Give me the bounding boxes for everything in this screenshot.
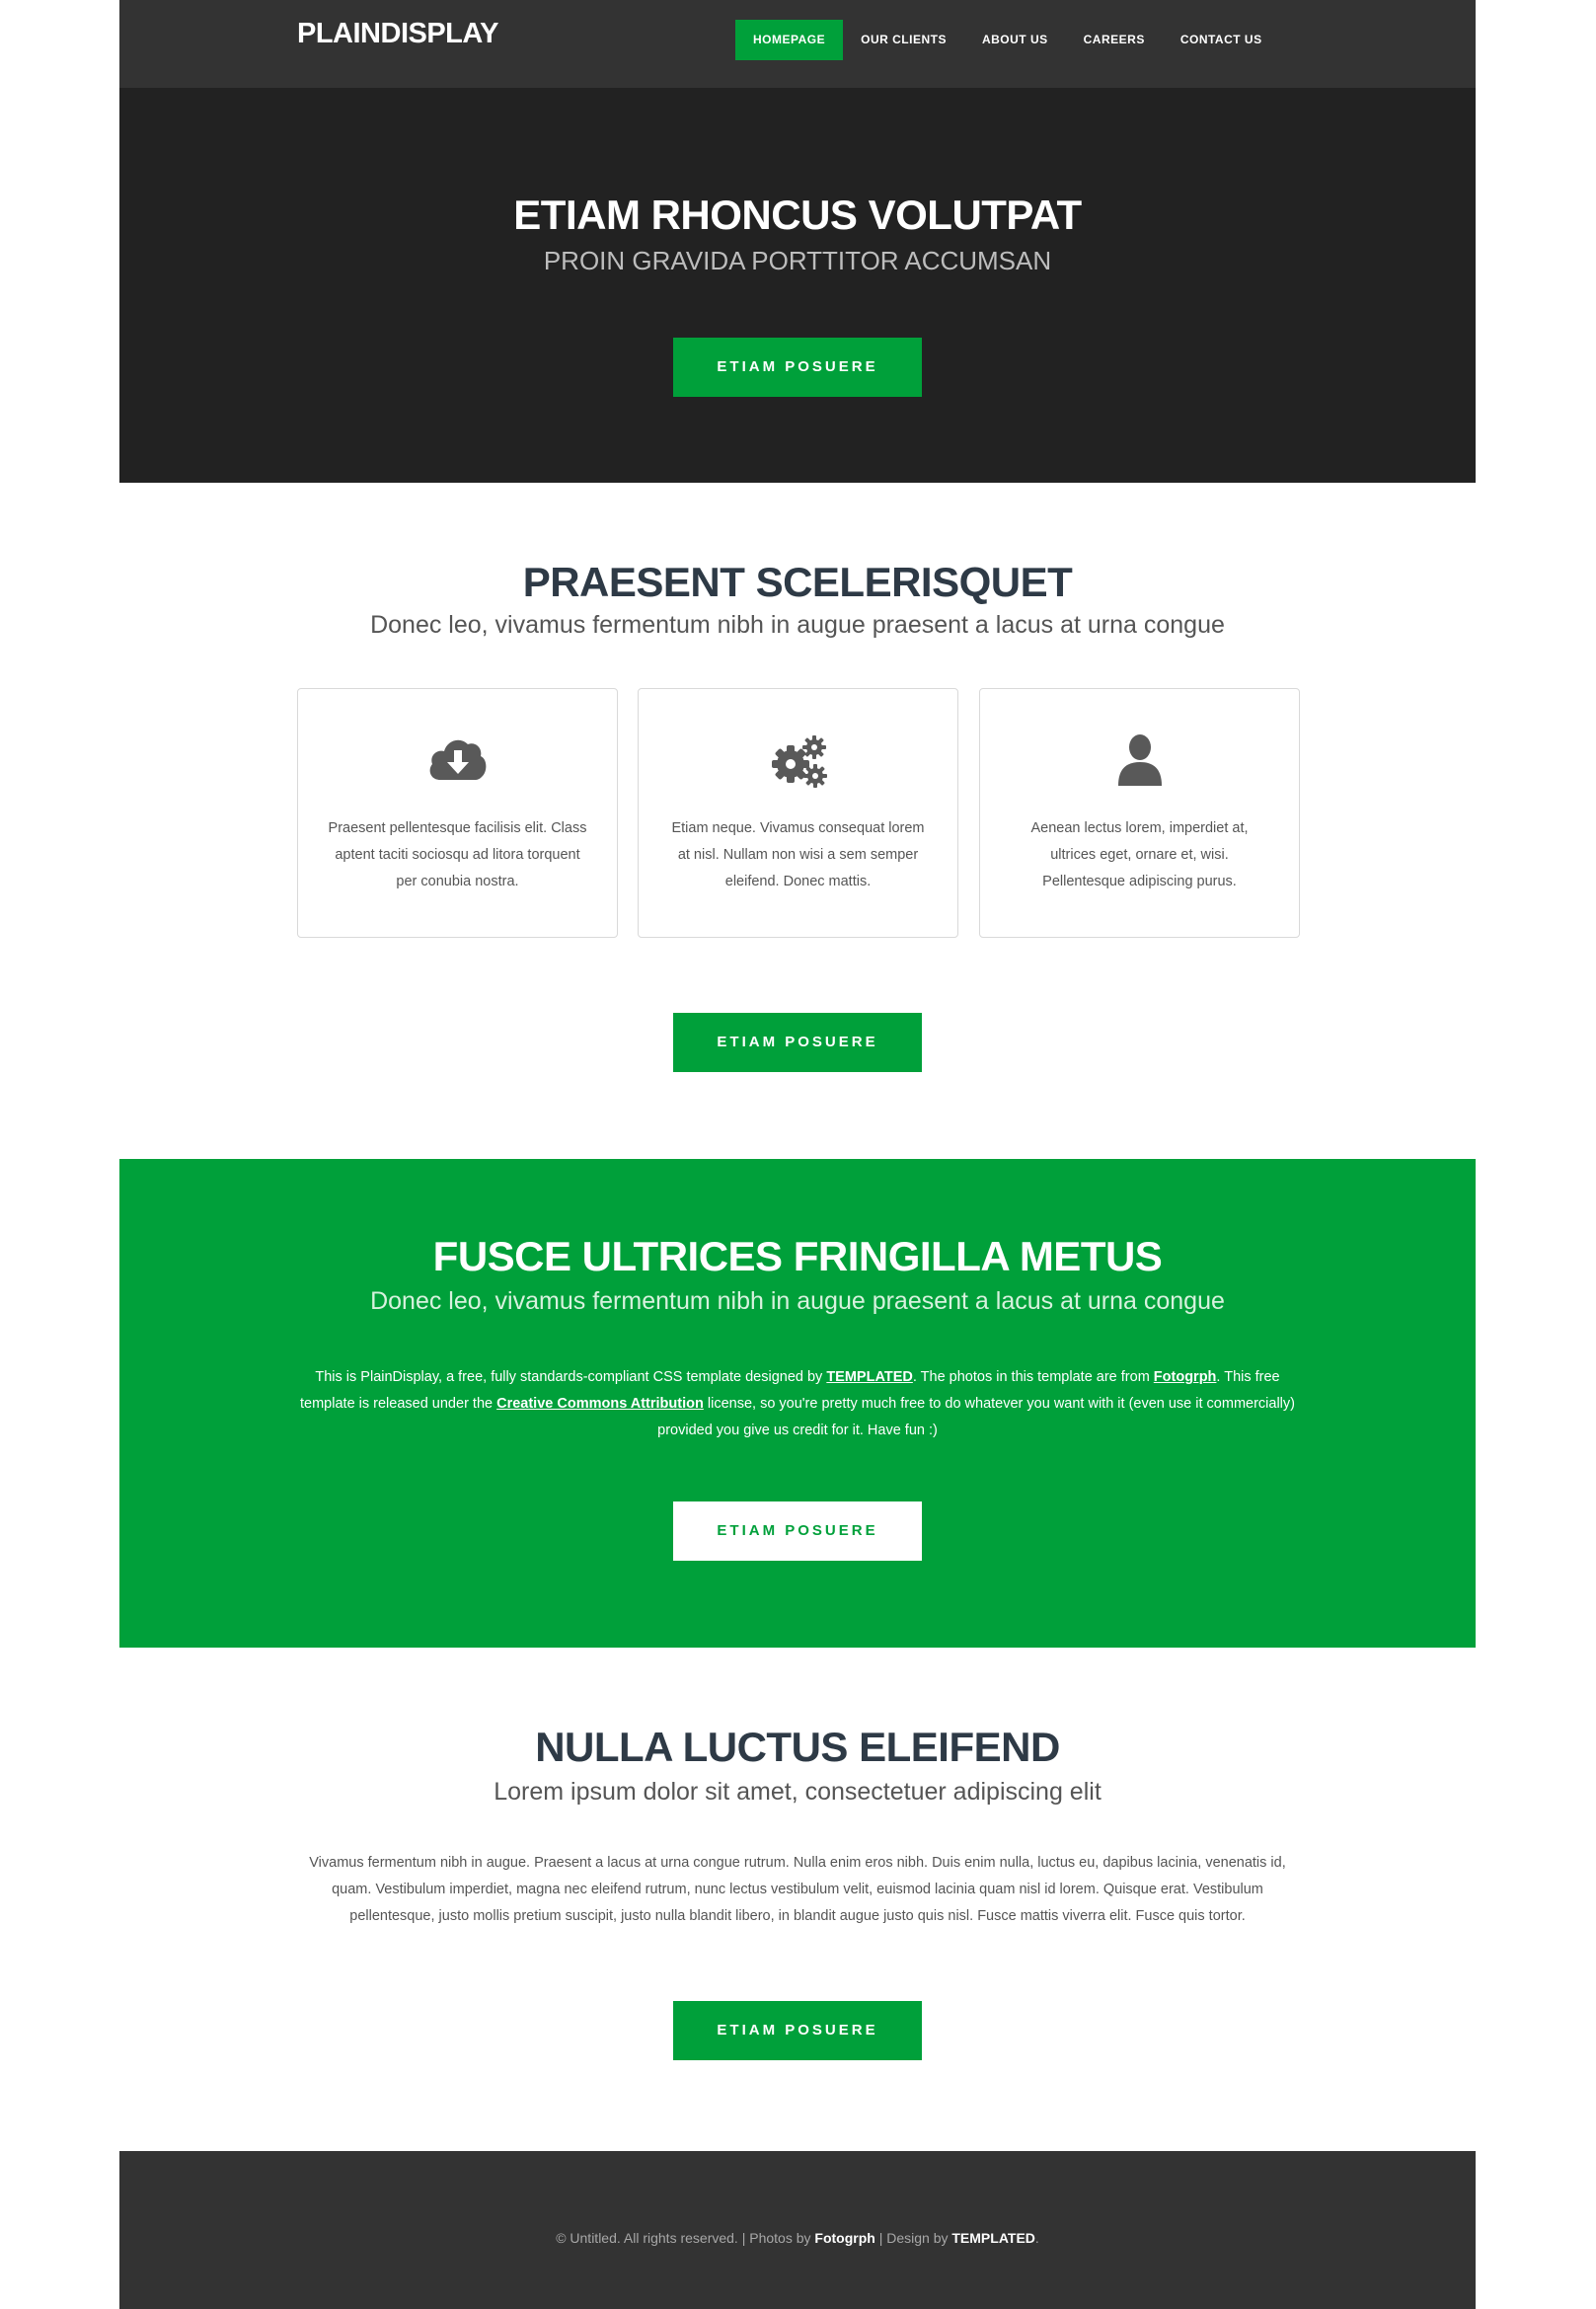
features-title: PRAESENT SCELERISQUET [522, 559, 1073, 605]
features-cta-button[interactable]: ETIAM POSUERE [673, 1013, 922, 1072]
feature-card-text: Praesent pellentesque facilisis elit. Cl… [328, 820, 587, 889]
feature-card: Etiam neque. Vivamus consequat lorem at … [638, 688, 958, 938]
footer-text: . [1034, 2230, 1039, 2246]
features-subtitle: Donec leo, vivamus fermentum nibh in aug… [370, 611, 1225, 639]
hero-banner: ETIAM RHONCUS VOLUTPAT PROIN GRAVIDA POR… [119, 88, 1476, 483]
nav-item-homepage[interactable]: HOMEPAGE [735, 20, 844, 60]
nulla-section-text: Vivamus fermentum nibh in augue. Praesen… [309, 1855, 1286, 1924]
feature-card-text: Aenean lectus lorem, imperdiet at, ultri… [1030, 820, 1249, 889]
footer-photos-link[interactable]: Fotogrph [814, 2230, 874, 2246]
green-text-part: This is PlainDisplay, a free, fully stan… [315, 1369, 827, 1385]
nav-item-contact-us[interactable]: CONTACT US [1163, 20, 1280, 60]
hero-cta-button[interactable]: ETIAM POSUERE [673, 338, 922, 397]
nulla-cta-button[interactable]: ETIAM POSUERE [673, 2001, 922, 2060]
footer-text: | Design by [874, 2230, 952, 2246]
site-logo[interactable]: PLAINDISPLAY [297, 18, 499, 50]
creative-commons-link[interactable]: Creative Commons Attribution [496, 1396, 704, 1412]
footer-copyright: © Untitled. All rights reserved. | Photo… [119, 2230, 1476, 2246]
site-header: PLAINDISPLAY HOMEPAGE OUR CLIENTS ABOUT … [119, 0, 1476, 88]
hero-title: ETIAM RHONCUS VOLUTPAT [513, 192, 1082, 238]
feature-card-text: Etiam neque. Vivamus consequat lorem at … [671, 820, 925, 889]
green-section-subtitle: Donec leo, vivamus fermentum nibh in aug… [370, 1287, 1225, 1315]
nulla-section-subtitle: Lorem ipsum dolor sit amet, consectetuer… [494, 1778, 1102, 1806]
gears-icon [639, 732, 957, 792]
main-nav: HOMEPAGE OUR CLIENTS ABOUT US CAREERS CO… [735, 20, 1280, 60]
green-callout-section: FUSCE ULTRICES FRINGILLA METUS Donec leo… [119, 1159, 1476, 1648]
nulla-section-title: NULLA LUCTUS ELEIFEND [535, 1724, 1060, 1770]
feature-card: Aenean lectus lorem, imperdiet at, ultri… [979, 688, 1300, 938]
green-text-part: . The photos in this template are from [912, 1369, 1154, 1385]
footer-design-link[interactable]: TEMPLATED [951, 2230, 1035, 2246]
nav-item-careers[interactable]: CAREERS [1066, 20, 1163, 60]
green-cta-button[interactable]: ETIAM POSUERE [673, 1501, 922, 1561]
site-footer: © Untitled. All rights reserved. | Photo… [119, 2151, 1476, 2309]
nav-item-our-clients[interactable]: OUR CLIENTS [843, 20, 964, 60]
green-section-text: This is PlainDisplay, a free, fully stan… [297, 1364, 1298, 1444]
feature-card: Praesent pellentesque facilisis elit. Cl… [297, 688, 618, 938]
green-section-title: FUSCE ULTRICES FRINGILLA METUS [432, 1233, 1163, 1279]
page: PLAINDISPLAY HOMEPAGE OUR CLIENTS ABOUT … [119, 0, 1476, 2309]
nav-item-about-us[interactable]: ABOUT US [964, 20, 1066, 60]
fotogrph-link[interactable]: Fotogrph [1154, 1369, 1217, 1385]
cloud-download-icon [298, 732, 617, 792]
green-text-part: license, so you're pretty much free to d… [657, 1396, 1295, 1438]
hero-subtitle: PROIN GRAVIDA PORTTITOR ACCUMSAN [543, 246, 1052, 275]
footer-text: © Untitled. All rights reserved. | Photo… [556, 2230, 815, 2246]
user-icon [980, 732, 1299, 792]
templated-link[interactable]: TEMPLATED [826, 1369, 913, 1385]
